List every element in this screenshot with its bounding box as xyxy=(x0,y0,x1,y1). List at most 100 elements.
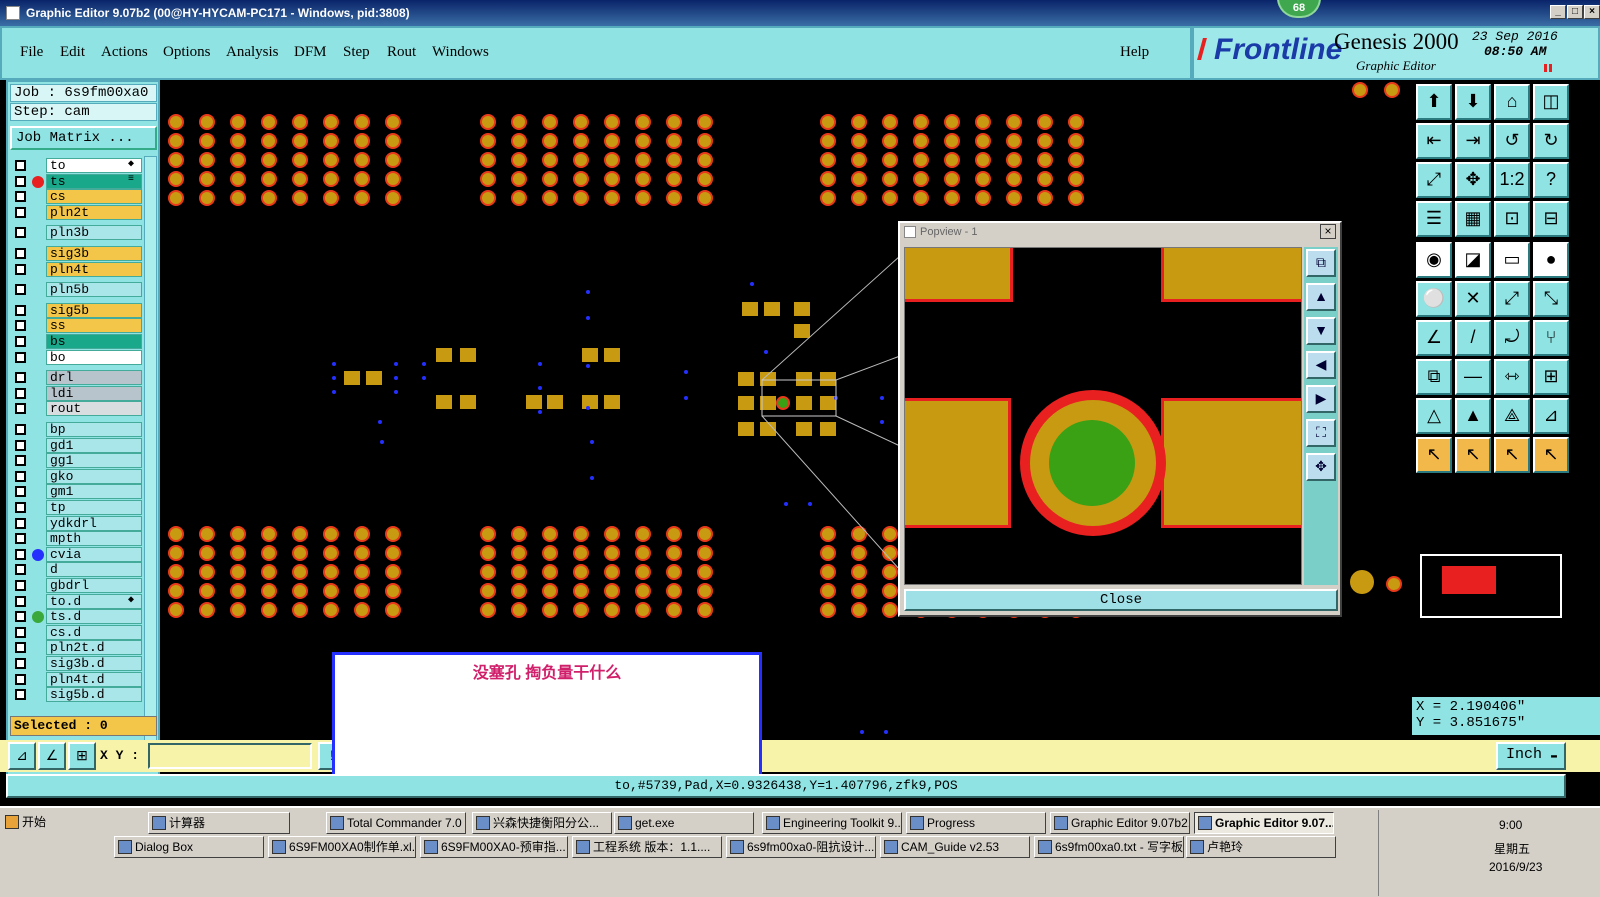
layer-checkbox[interactable] xyxy=(15,439,26,451)
layer-name[interactable]: sig5b.d xyxy=(46,687,142,703)
taskbar-button[interactable]: 卢艳玲 xyxy=(1186,836,1336,858)
layer-name[interactable]: pln4t.d xyxy=(46,671,142,687)
layer-checkbox[interactable] xyxy=(15,351,26,363)
tool-net-icon[interactable]: ⚪ xyxy=(1416,281,1452,317)
layer-checkbox[interactable] xyxy=(15,611,26,623)
layer-name[interactable]: cs.d xyxy=(46,624,142,640)
layer-row-drl[interactable]: drl xyxy=(10,370,142,386)
layer-checkbox[interactable] xyxy=(15,336,26,347)
layer-checkbox[interactable] xyxy=(15,424,26,435)
layer-row-ydkdrl[interactable]: ydkdrl xyxy=(10,515,142,531)
tool-select-icon[interactable]: ◉ xyxy=(1416,242,1452,278)
tool-scale-1-2-icon[interactable]: 1:2 xyxy=(1494,162,1530,198)
taskbar-button[interactable]: 计算器 xyxy=(148,812,290,834)
layer-checkbox[interactable] xyxy=(15,564,26,576)
layer-name[interactable]: mpth xyxy=(46,531,142,547)
popview-up-icon[interactable]: ▲ xyxy=(1306,283,1336,311)
taskbar-button[interactable]: CAM_Guide v2.53 xyxy=(880,836,1030,858)
tool-minus-icon[interactable]: — xyxy=(1455,359,1491,395)
minimize-button[interactable]: _ xyxy=(1550,5,1566,19)
layer-name[interactable]: pln2t xyxy=(46,204,142,220)
tool-pan-right-icon[interactable]: ⇥ xyxy=(1455,123,1491,159)
tool-pan-left-icon[interactable]: ⇤ xyxy=(1416,123,1452,159)
tool-grid-icon[interactable]: ▦ xyxy=(1455,201,1491,237)
menu-edit[interactable]: Edit xyxy=(60,44,85,61)
layer-name[interactable]: ts.d xyxy=(46,609,142,625)
taskbar-button[interactable]: Progress xyxy=(906,812,1046,834)
layer-row-bp[interactable]: bp xyxy=(10,422,142,437)
layer-row-ts-d[interactable]: ts.d xyxy=(10,609,142,625)
popview-fit-icon[interactable]: ⛶ xyxy=(1306,419,1336,447)
layer-row-to-d[interactable]: to.d ◆ xyxy=(10,593,142,609)
layer-name[interactable]: sig3b.d xyxy=(46,656,142,671)
tool-copy-icon[interactable]: ⧉ xyxy=(1416,359,1452,395)
layer-name[interactable]: sig5b xyxy=(46,302,142,318)
snap-grid-icon[interactable]: ⊿ xyxy=(8,742,36,770)
layer-row-cs-d[interactable]: cs.d xyxy=(10,624,142,640)
taskbar-button[interactable]: get.exe xyxy=(614,812,754,834)
layer-name[interactable]: gm1 xyxy=(46,484,142,500)
tool-pointer-icon[interactable]: ↖ xyxy=(1416,437,1452,473)
tool-connect-icon[interactable]: ⤢ xyxy=(1494,281,1530,317)
snap-center-icon[interactable]: ⊞ xyxy=(68,742,96,770)
layer-checkbox[interactable] xyxy=(15,403,26,415)
start-button[interactable]: 开始 xyxy=(2,812,102,834)
units-selector[interactable]: Inch ▬ xyxy=(1496,742,1566,770)
popview-move-icon[interactable]: ✥ xyxy=(1306,453,1336,481)
layer-checkbox[interactable] xyxy=(15,548,26,560)
layer-row-gbdrl[interactable]: gbdrl xyxy=(10,578,142,593)
tool-add-triangle-icon[interactable]: ▲ xyxy=(1455,398,1491,434)
tool-help-icon[interactable]: ? xyxy=(1533,162,1569,198)
tool-snap-icon[interactable]: ⊡ xyxy=(1494,201,1530,237)
menu-rout[interactable]: Rout xyxy=(387,44,416,61)
layer-name[interactable]: ss xyxy=(46,318,142,334)
taskbar-button[interactable]: Engineering Toolkit 9.... xyxy=(762,812,902,834)
layer-checkbox[interactable] xyxy=(15,470,26,482)
menu-options[interactable]: Options xyxy=(163,44,211,61)
layer-name[interactable]: bs xyxy=(46,334,142,349)
layer-checkbox[interactable] xyxy=(15,175,26,187)
layer-checkbox[interactable] xyxy=(15,263,26,275)
layer-row-gd1[interactable]: gd1 xyxy=(10,437,142,453)
layer-row-to[interactable]: to ◆ xyxy=(10,158,142,173)
layer-row-pln4t-d[interactable]: pln4t.d xyxy=(10,671,142,687)
taskbar-button[interactable]: 工程系统 版本：1.1.... xyxy=(572,836,722,858)
tool-home-icon[interactable]: ⌂ xyxy=(1494,84,1530,120)
layer-row-pln5b[interactable]: pln5b xyxy=(10,282,142,298)
menu-step[interactable]: Step xyxy=(343,44,370,61)
layer-checkbox[interactable] xyxy=(15,248,26,259)
layer-checkbox[interactable] xyxy=(15,387,26,399)
popview-zoom-image[interactable] xyxy=(904,247,1302,585)
layer-row-bs[interactable]: bs xyxy=(10,334,142,349)
layer-name[interactable]: tp xyxy=(46,500,142,515)
layer-checkbox[interactable] xyxy=(15,595,26,607)
tool-ruler-icon[interactable]: ▭ xyxy=(1494,242,1530,278)
tool-fork-icon[interactable]: ⑂ xyxy=(1533,320,1569,356)
tray-clock[interactable]: 9:00 xyxy=(1499,818,1522,832)
layer-name[interactable]: bp xyxy=(46,422,142,437)
tool-edit-triangle-icon[interactable]: ⟁ xyxy=(1494,398,1530,434)
layer-name[interactable]: d xyxy=(46,562,142,578)
layer-checkbox[interactable] xyxy=(15,502,26,513)
layer-checkbox[interactable] xyxy=(15,206,26,218)
popview-tool-1-icon[interactable]: ⧉ xyxy=(1306,249,1336,277)
layer-checkbox[interactable] xyxy=(15,626,26,638)
layer-checkbox[interactable] xyxy=(15,673,26,685)
layer-row-ts[interactable]: ts ≡ xyxy=(10,173,142,189)
layer-checkbox[interactable] xyxy=(15,533,26,545)
menu-analysis[interactable]: Analysis xyxy=(226,44,279,61)
layer-name[interactable]: cs xyxy=(46,189,142,205)
layer-checkbox[interactable] xyxy=(15,372,26,384)
layer-name[interactable]: gg1 xyxy=(46,453,142,469)
layer-name[interactable]: gko xyxy=(46,468,142,484)
tool-feature-color-icon[interactable]: ◪ xyxy=(1455,242,1491,278)
layer-name[interactable]: drl xyxy=(46,370,142,386)
tool-arc-icon[interactable]: ⤾ xyxy=(1494,320,1530,356)
tool-delete-triangle-icon[interactable]: ⊿ xyxy=(1533,398,1569,434)
pause-icon[interactable] xyxy=(1544,64,1552,72)
layer-checkbox[interactable] xyxy=(15,689,26,701)
menu-actions[interactable]: Actions xyxy=(101,44,148,61)
layer-row-cs[interactable]: cs xyxy=(10,189,142,205)
overview-minimap[interactable] xyxy=(1420,554,1562,618)
layer-checkbox[interactable] xyxy=(15,191,26,203)
